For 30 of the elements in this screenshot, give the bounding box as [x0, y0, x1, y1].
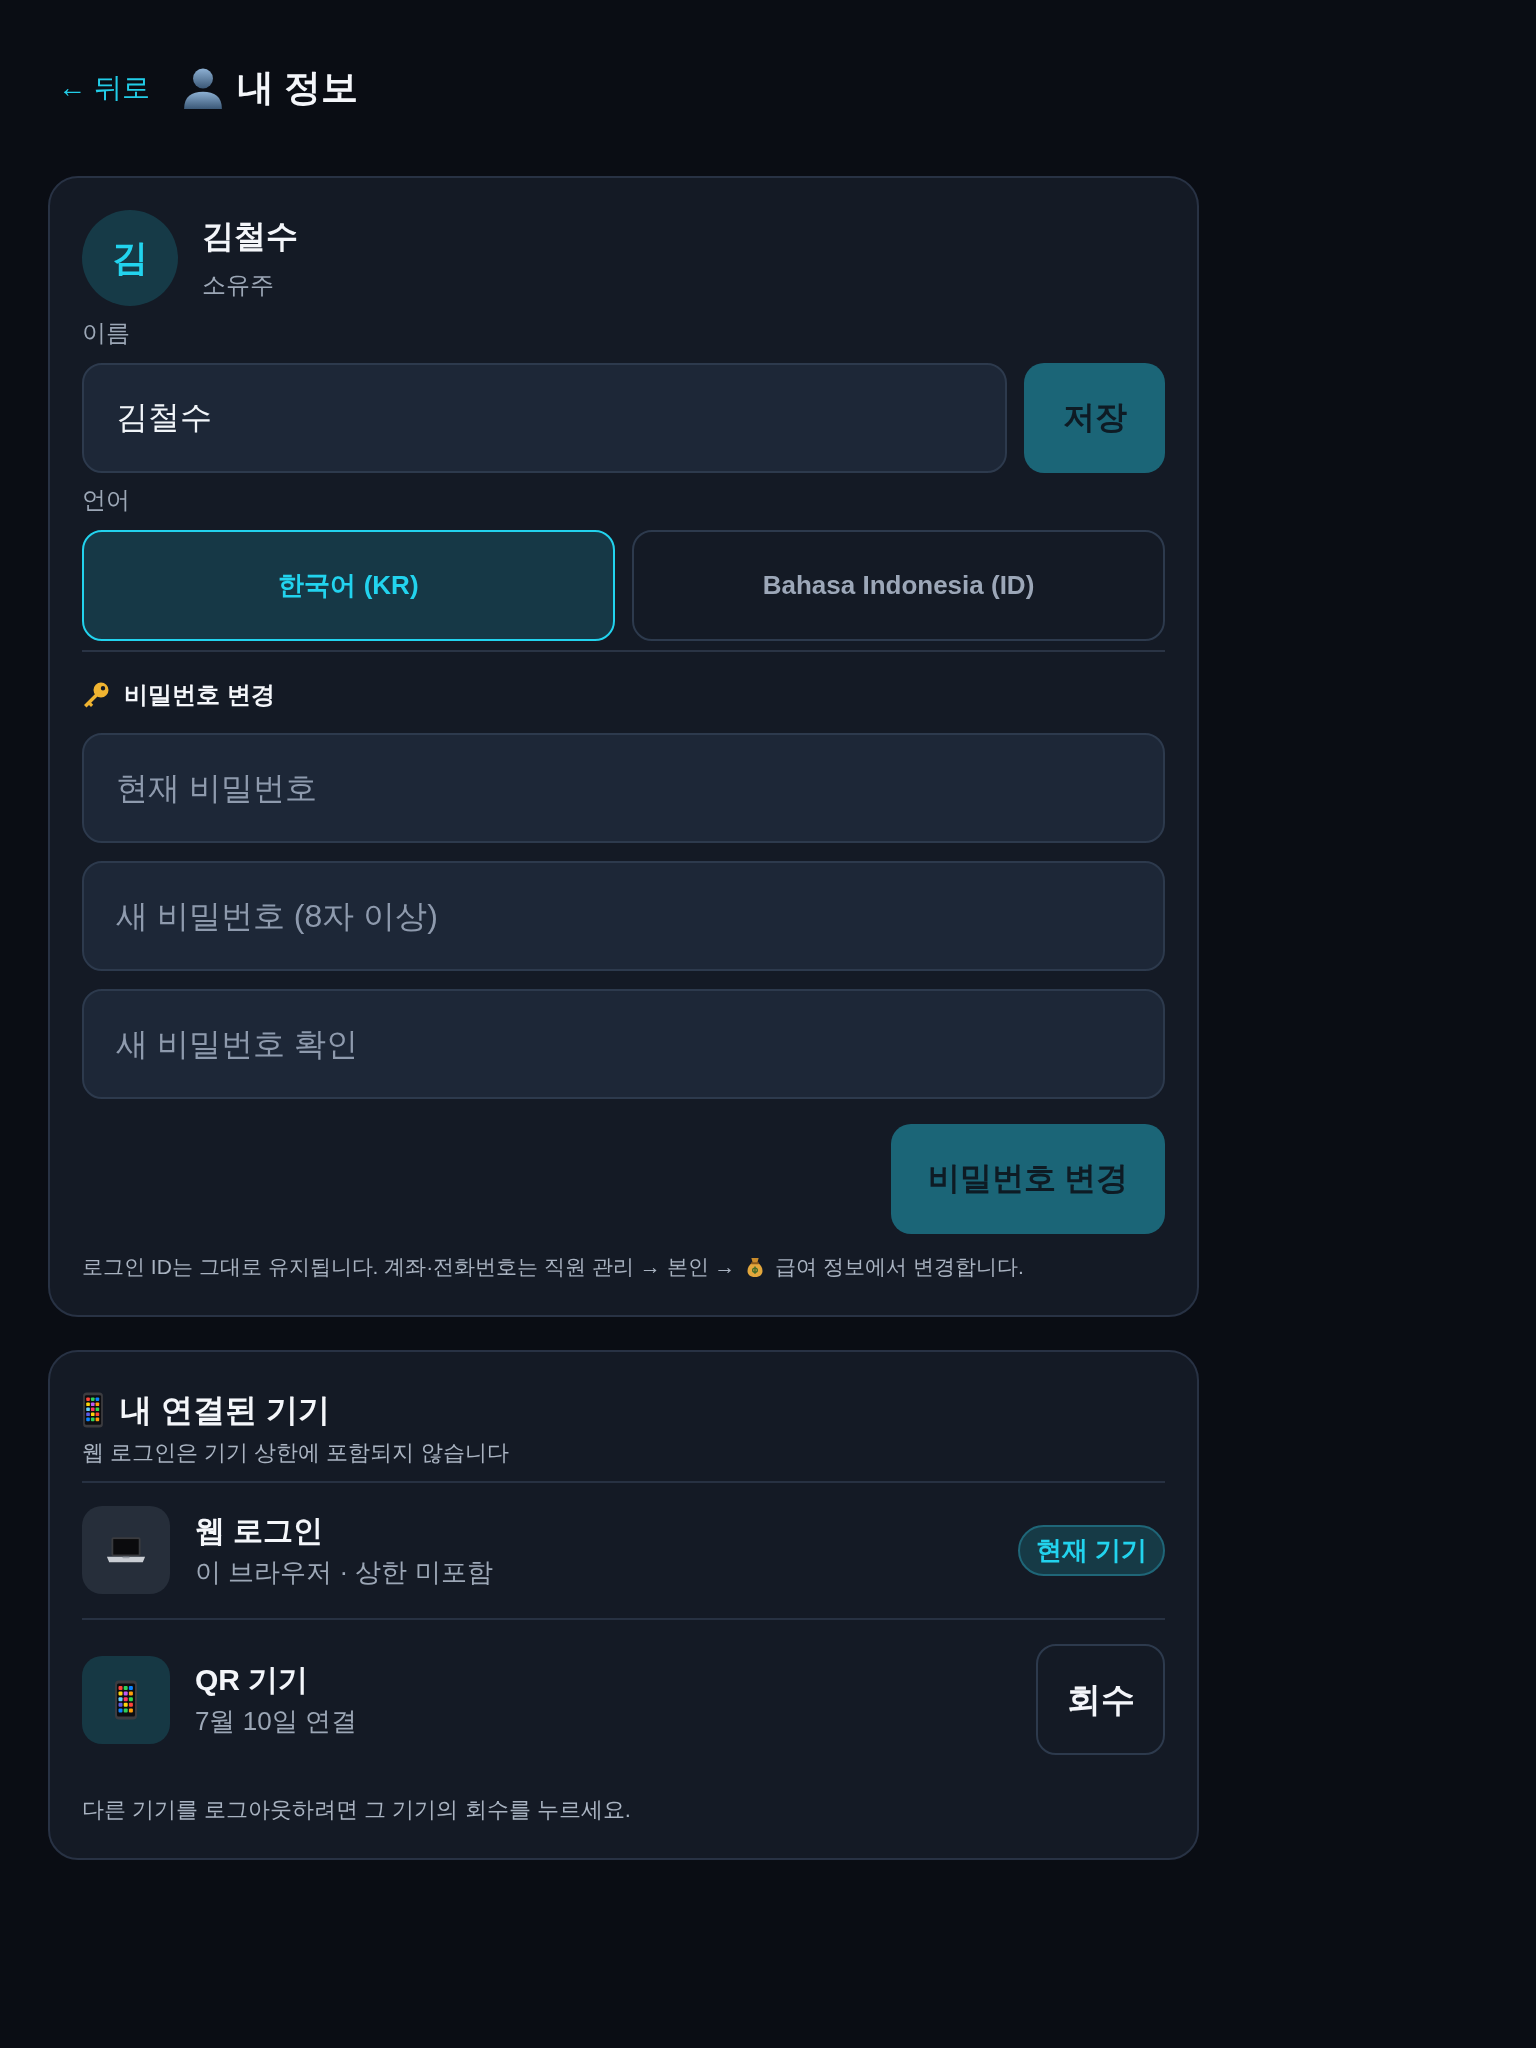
- device-detail: 7월 10일 연결: [195, 1705, 358, 1738]
- user-name: 김철수: [202, 217, 298, 256]
- section-heading: 비밀번호 변경: [124, 680, 275, 710]
- page-title: 내 정보: [236, 66, 359, 110]
- language-option[interactable]: Bahasa Indonesia (ID): [632, 530, 1165, 641]
- language-option[interactable]: 한국어 (KR): [82, 530, 615, 641]
- device-name: 웹 로그인: [195, 1512, 325, 1549]
- laptop-icon: [82, 1506, 170, 1594]
- footer-note: 다른 기기를 로그아웃하려면 그 기기의 회수를 누르세요.: [82, 1796, 632, 1824]
- avatar: 김: [82, 210, 178, 306]
- phone-icon: [82, 1392, 104, 1428]
- device-detail: 이 브라우저 · 상한 미포함: [195, 1555, 494, 1589]
- section-subtitle: 웹 로그인은 기기 상한에 포함되지 않습니다: [82, 1439, 510, 1467]
- note-text: 로그인 ID는 그대로 유지됩니다. 계좌·전화번호는 직원 관리 → 본인 →: [82, 1254, 736, 1280]
- user-role: 소유주: [202, 270, 275, 300]
- key-icon: [82, 681, 110, 709]
- current-device-badge: 현재 기기: [1017, 1524, 1165, 1576]
- person-icon: [181, 67, 224, 109]
- back-link[interactable]: ← 뒤로: [58, 70, 150, 106]
- field-label: 이름: [82, 318, 131, 348]
- section-heading: 내 연결된 기기: [120, 1391, 330, 1430]
- name-input[interactable]: 김철수: [82, 363, 1007, 473]
- password-input[interactable]: 현재 비밀번호: [82, 733, 1165, 843]
- phone-icon: [82, 1655, 170, 1744]
- password-input[interactable]: 새 비밀번호 (8자 이상): [82, 861, 1165, 971]
- device-name: QR 기기: [195, 1662, 310, 1698]
- field-label: 언어: [82, 485, 131, 515]
- password-input[interactable]: 새 비밀번호 확인: [82, 989, 1165, 1099]
- note-text: 급여 정보에서 변경합니다.: [775, 1254, 1024, 1280]
- revoke-button[interactable]: 회수: [1036, 1644, 1165, 1755]
